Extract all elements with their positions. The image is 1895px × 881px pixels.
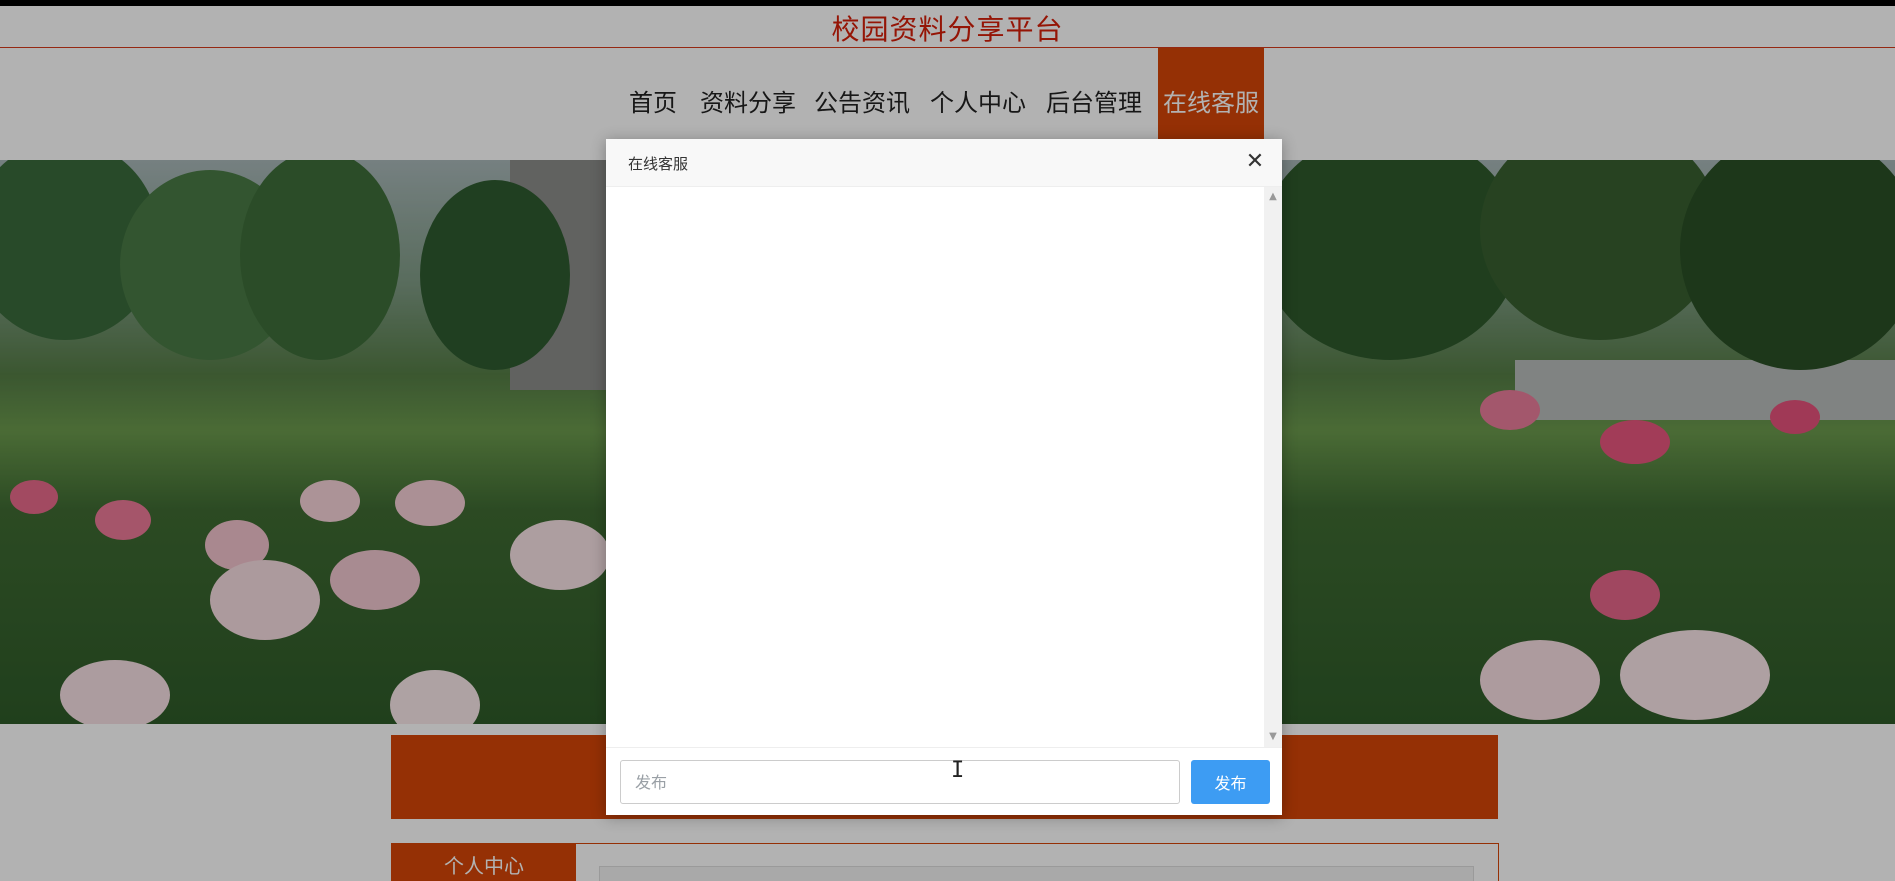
chat-message-area[interactable]: ▲ ▼ xyxy=(606,187,1282,747)
message-input-row: 发布 xyxy=(606,747,1282,815)
message-input[interactable] xyxy=(620,760,1180,804)
customer-service-dialog: 在线客服 ✕ ▲ ▼ 发布 xyxy=(606,139,1282,815)
scroll-up-icon[interactable]: ▲ xyxy=(1264,189,1282,205)
close-icon[interactable]: ✕ xyxy=(1242,149,1268,175)
dialog-header: 在线客服 ✕ xyxy=(606,139,1282,187)
scroll-down-icon[interactable]: ▼ xyxy=(1264,729,1282,745)
scrollbar[interactable]: ▲ ▼ xyxy=(1264,187,1282,747)
dialog-title: 在线客服 xyxy=(628,155,689,173)
text-cursor-icon: I xyxy=(951,758,965,783)
send-button[interactable]: 发布 xyxy=(1191,760,1270,804)
